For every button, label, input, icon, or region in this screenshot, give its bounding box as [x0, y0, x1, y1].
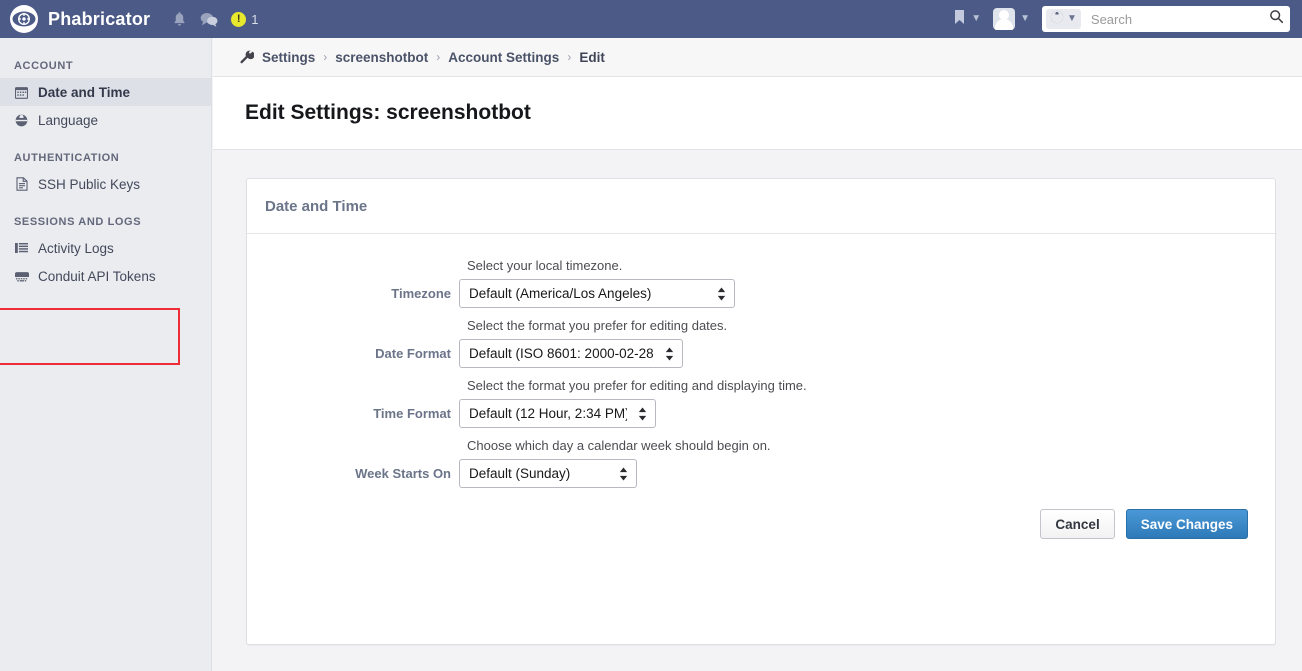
field-label-week-starts-on: Week Starts On: [247, 466, 459, 481]
field-caption-timezone: Select your local timezone.: [467, 252, 1275, 273]
magnifier-icon[interactable]: [1269, 9, 1284, 29]
exclamation-circle-icon: !: [231, 12, 246, 27]
settings-form: Select your local timezone. Timezone Def…: [247, 234, 1275, 539]
field-label-time-format: Time Format: [247, 406, 459, 421]
breadcrumb-separator: ›: [567, 50, 571, 64]
sidebar-item-label: Language: [38, 113, 98, 128]
main-content: Settings › screenshotbot › Account Setti…: [213, 38, 1302, 671]
sidebar-item-label: Conduit API Tokens: [38, 269, 156, 284]
breadcrumb-separator: ›: [323, 50, 327, 64]
chat-bubble-icon[interactable]: [200, 12, 218, 27]
brand-home-link[interactable]: Phabricator: [0, 5, 150, 33]
search-input[interactable]: [1089, 8, 1269, 30]
global-search: ▼: [1042, 6, 1290, 32]
document-icon: [14, 177, 29, 191]
sidebar-group-label-sessions-and-logs: SESSIONS AND LOGS: [0, 210, 211, 234]
field-row-time-format: Time Format Default (12 Hour, 2:34 PM): [247, 399, 1275, 428]
field-caption-week-starts-on: Choose which day a calendar week should …: [467, 432, 1275, 453]
date-format-select[interactable]: Default (ISO 8601: 2000-02-28): [459, 339, 683, 368]
field-label-date-format: Date Format: [247, 346, 459, 361]
settings-card: Date and Time Select your local timezone…: [246, 178, 1276, 645]
week-starts-on-select[interactable]: Default (Sunday): [459, 459, 637, 488]
save-changes-button[interactable]: Save Changes: [1126, 509, 1248, 539]
field-row-date-format: Date Format Default (ISO 8601: 2000-02-2…: [247, 339, 1275, 368]
timezone-select[interactable]: Default (America/Los Angeles): [459, 279, 735, 308]
sidebar-item-label: SSH Public Keys: [38, 177, 140, 192]
time-format-select[interactable]: Default (12 Hour, 2:34 PM): [459, 399, 656, 428]
sidebar-item-conduit-api-tokens[interactable]: Conduit API Tokens: [0, 262, 211, 290]
breadcrumb: Settings › screenshotbot › Account Setti…: [213, 38, 1302, 77]
chevron-down-icon: ▼: [1067, 14, 1077, 24]
app-header: Phabricator ! 1 ▼: [0, 0, 1302, 38]
breadcrumb-item-account-settings[interactable]: Account Settings: [448, 50, 559, 65]
settings-sidebar: ACCOUNT Date and Time Language AUTHENTIC…: [0, 38, 212, 671]
card-header: Date and Time: [247, 179, 1275, 234]
chevron-down-icon: ▼: [971, 14, 981, 24]
brand-name: Phabricator: [48, 9, 150, 30]
search-scope-dropdown[interactable]: ▼: [1046, 9, 1081, 29]
sidebar-item-label: Date and Time: [38, 85, 130, 100]
cancel-button[interactable]: Cancel: [1040, 509, 1114, 539]
annotation-highlight-box: [0, 308, 180, 365]
field-label-timezone: Timezone: [247, 286, 459, 301]
alert-count: 1: [251, 12, 258, 27]
page-title: Edit Settings: screenshotbot: [245, 101, 531, 125]
globe-icon: [1050, 10, 1064, 29]
sidebar-item-date-and-time[interactable]: Date and Time: [0, 78, 211, 106]
keyboard-icon: [14, 271, 29, 282]
card-title: Date and Time: [265, 198, 367, 215]
page-title-block: Edit Settings: screenshotbot: [213, 77, 1302, 150]
breadcrumb-separator: ›: [436, 50, 440, 64]
header-right-cluster: ▼ ▼ ▼: [953, 6, 1302, 32]
content-area: Date and Time Select your local timezone…: [213, 150, 1302, 645]
field-row-week-starts-on: Week Starts On Default (Sunday): [247, 459, 1275, 488]
wrench-icon: [240, 50, 254, 64]
sidebar-item-activity-logs[interactable]: Activity Logs: [0, 234, 211, 262]
user-menu[interactable]: ▼: [993, 8, 1030, 30]
sidebar-group-label-authentication: AUTHENTICATION: [0, 146, 211, 170]
chevron-down-icon: ▼: [1020, 14, 1030, 24]
form-actions: Cancel Save Changes: [247, 492, 1275, 539]
field-caption-date-format: Select the format you prefer for editing…: [467, 312, 1275, 333]
calendar-icon: [14, 86, 29, 99]
header-status-icons: ! 1: [172, 11, 258, 27]
globe-icon: [14, 114, 29, 127]
breadcrumb-item-settings[interactable]: Settings: [262, 50, 315, 65]
alert-indicator[interactable]: ! 1: [231, 12, 258, 27]
avatar: [993, 8, 1015, 30]
sidebar-item-language[interactable]: Language: [0, 106, 211, 134]
sidebar-group-label-account: ACCOUNT: [0, 54, 211, 78]
breadcrumb-item-edit: Edit: [579, 50, 605, 65]
breadcrumb-item-screenshotbot[interactable]: screenshotbot: [335, 50, 428, 65]
sidebar-item-ssh-public-keys[interactable]: SSH Public Keys: [0, 170, 211, 198]
sidebar-item-label: Activity Logs: [38, 241, 114, 256]
field-row-timezone: Timezone Default (America/Los Angeles): [247, 279, 1275, 308]
bookmark-icon: [953, 9, 966, 30]
bell-icon[interactable]: [172, 11, 187, 27]
bookmark-menu[interactable]: ▼: [953, 9, 981, 30]
list-icon: [14, 242, 29, 254]
phabricator-eye-icon: [10, 5, 38, 33]
field-caption-time-format: Select the format you prefer for editing…: [467, 372, 1275, 393]
